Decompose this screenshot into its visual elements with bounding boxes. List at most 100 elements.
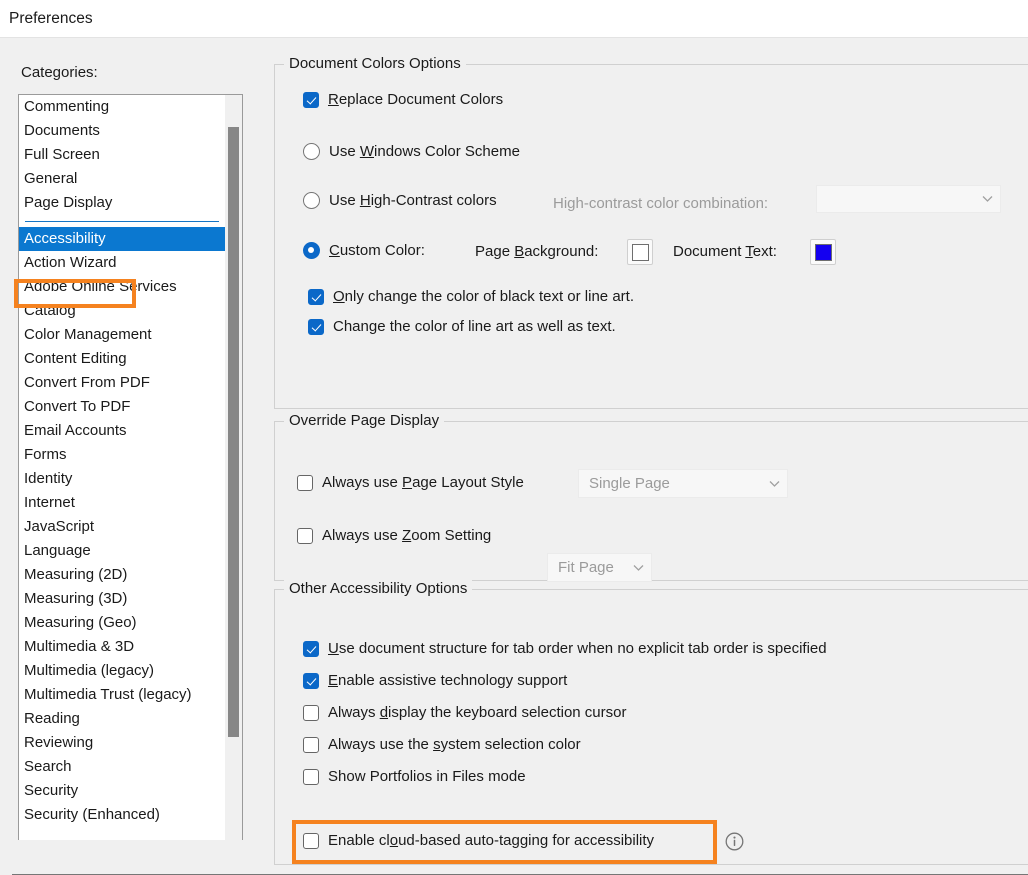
checkbox-label: Always use Page Layout Style — [322, 474, 524, 491]
checkbox-label: Only change the color of black text or l… — [333, 288, 634, 305]
sidebar-item-label: Color Management — [24, 326, 152, 343]
sidebar-item-label: Reading — [24, 710, 80, 727]
sidebar-item-label: Action Wizard — [24, 254, 117, 271]
radio-circle — [303, 143, 320, 160]
radio-circle — [303, 192, 320, 209]
info-icon[interactable] — [725, 832, 744, 851]
checkbox-use-document-structure-tab-order[interactable]: Use document structure for tab order whe… — [303, 640, 827, 657]
categories-list: Commenting Documents Full Screen General Pag… — [19, 95, 225, 827]
sidebar-item-label: Convert To PDF — [24, 398, 131, 415]
checkbox-always-use-system-selection-color[interactable]: Always use the system selection color — [303, 736, 581, 753]
checkbox-box — [303, 672, 319, 689]
sidebar-item-search[interactable]: Search — [19, 755, 225, 779]
sidebar-item-color-management[interactable]: Color Management — [19, 323, 225, 347]
chevron-down-icon — [761, 480, 787, 488]
radio-custom-color[interactable]: Custom Color: — [303, 242, 425, 259]
checkbox-always-use-zoom-setting[interactable]: Always use Zoom Setting — [297, 527, 491, 544]
sidebar-item-identity[interactable]: Identity — [19, 467, 225, 491]
radio-label: Use Windows Color Scheme — [329, 143, 520, 160]
sidebar-item-measuring-geo[interactable]: Measuring (Geo) — [19, 611, 225, 635]
high-contrast-combination-label: High-contrast color combination: — [553, 195, 768, 212]
settings-pane: Document Colors Options Replace Document… — [262, 38, 1028, 865]
window-titlebar: Preferences — [0, 0, 1028, 37]
sidebar-item-multimedia-trust-legacy[interactable]: Multimedia Trust (legacy) — [19, 683, 225, 707]
sidebar-item-convert-from-pdf[interactable]: Convert From PDF — [19, 371, 225, 395]
sidebar-item-label: Search — [24, 758, 72, 775]
sidebar-item-adobe-online-services[interactable]: Adobe Online Services — [19, 275, 225, 299]
sidebar-item-convert-to-pdf[interactable]: Convert To PDF — [19, 395, 225, 419]
sidebar-item-catalog[interactable]: Catalog — [19, 299, 225, 323]
group-document-colors: Document Colors Options Replace Document… — [274, 55, 1028, 409]
sidebar-item-accessibility[interactable]: Accessibility — [19, 227, 225, 251]
sidebar-item-full-screen[interactable]: Full Screen — [19, 143, 225, 167]
document-text-color-swatch[interactable] — [810, 239, 836, 265]
sidebar-item-label: JavaScript — [24, 518, 95, 535]
sidebar-item-content-editing[interactable]: Content Editing — [19, 347, 225, 371]
sidebar-item-security-enhanced[interactable]: Security (Enhanced) — [19, 803, 225, 827]
checkbox-always-display-keyboard-cursor[interactable]: Always display the keyboard selection cu… — [303, 704, 627, 721]
sidebar-item-language[interactable]: Language — [19, 539, 225, 563]
checkbox-label: Change the color of line art as well as … — [333, 318, 616, 335]
page-background-label: Page Background: — [475, 243, 598, 260]
sidebar-item-page-display[interactable]: Page Display — [19, 191, 225, 215]
sidebar-item-label: Internet — [24, 494, 75, 511]
radio-label: Use High-Contrast colors — [329, 192, 497, 209]
sidebar-item-label: Catalog — [24, 302, 76, 319]
swatch-color — [814, 243, 832, 261]
checkbox-box — [303, 736, 319, 753]
sidebar-item-internet[interactable]: Internet — [19, 491, 225, 515]
checkbox-enable-cloud-auto-tagging[interactable]: Enable cloud-based auto-tagging for acce… — [303, 832, 654, 849]
checkbox-box — [303, 768, 319, 785]
checkbox-only-change-black-text[interactable]: Only change the color of black text or l… — [308, 288, 634, 305]
categories-scrollbar[interactable] — [225, 95, 242, 840]
sidebar-item-label: Accessibility — [24, 230, 106, 247]
sidebar-item-reading[interactable]: Reading — [19, 707, 225, 731]
checkbox-label: Always display the keyboard selection cu… — [328, 704, 627, 721]
radio-label: Custom Color: — [329, 242, 425, 259]
sidebar-item-commenting[interactable]: Commenting — [19, 95, 225, 119]
swatch-color — [631, 243, 649, 261]
radio-circle — [303, 242, 320, 259]
checkbox-always-use-page-layout-style[interactable]: Always use Page Layout Style — [297, 474, 524, 491]
sidebar-item-label: Language — [24, 542, 91, 559]
page-layout-style-dropdown[interactable]: Single Page — [578, 469, 788, 498]
sidebar-item-security[interactable]: Security — [19, 779, 225, 803]
sidebar-item-forms[interactable]: Forms — [19, 443, 225, 467]
dialog-body: Categories: Commenting Documents Full Scre… — [0, 38, 1028, 875]
sidebar-item-multimedia-3d[interactable]: Multimedia & 3D — [19, 635, 225, 659]
zoom-setting-dropdown[interactable]: Fit Page — [547, 553, 652, 582]
sidebar-item-multimedia-legacy[interactable]: Multimedia (legacy) — [19, 659, 225, 683]
checkbox-enable-assistive-technology[interactable]: Enable assistive technology support — [303, 672, 567, 689]
high-contrast-combination-dropdown[interactable] — [816, 185, 1001, 213]
checkbox-replace-document-colors[interactable]: Replace Document Colors — [303, 91, 503, 108]
sidebar-item-reviewing[interactable]: Reviewing — [19, 731, 225, 755]
sidebar-item-documents[interactable]: Documents — [19, 119, 225, 143]
sidebar-item-measuring-2d[interactable]: Measuring (2D) — [19, 563, 225, 587]
checkbox-change-line-art[interactable]: Change the color of line art as well as … — [308, 318, 616, 335]
sidebar-item-label: Page Display — [24, 194, 113, 211]
sidebar-item-measuring-3d[interactable]: Measuring (3D) — [19, 587, 225, 611]
categories-label: Categories: — [21, 64, 98, 81]
checkbox-box — [303, 832, 319, 849]
categories-listbox[interactable]: Commenting Documents Full Screen General Pag… — [18, 94, 243, 840]
checkbox-box — [303, 640, 319, 657]
sidebar-item-email-accounts[interactable]: Email Accounts — [19, 419, 225, 443]
radio-use-high-contrast-colors[interactable]: Use High-Contrast colors — [303, 192, 497, 209]
checkbox-label: Always use Zoom Setting — [322, 527, 492, 544]
checkbox-show-portfolios-in-files-mode[interactable]: Show Portfolios in Files mode — [303, 768, 526, 785]
sidebar-item-label: Forms — [24, 446, 67, 463]
sidebar-item-general[interactable]: General — [19, 167, 225, 191]
dropdown-value: Fit Page — [558, 559, 614, 576]
sidebar-item-action-wizard[interactable]: Action Wizard — [19, 251, 225, 275]
sidebar-item-label: Documents — [24, 122, 100, 139]
radio-use-windows-color-scheme[interactable]: Use Windows Color Scheme — [303, 143, 520, 160]
sidebar-item-javascript[interactable]: JavaScript — [19, 515, 225, 539]
page-background-color-swatch[interactable] — [627, 239, 653, 265]
chevron-down-icon — [974, 195, 1000, 203]
sidebar-item-label: Multimedia & 3D — [24, 638, 135, 655]
categories-separator — [25, 221, 219, 222]
label-text: Page Background: — [475, 243, 599, 260]
label-text: Document Text: — [673, 243, 777, 260]
categories-scrollbar-thumb[interactable] — [228, 127, 239, 737]
window-title: Preferences — [9, 9, 93, 27]
